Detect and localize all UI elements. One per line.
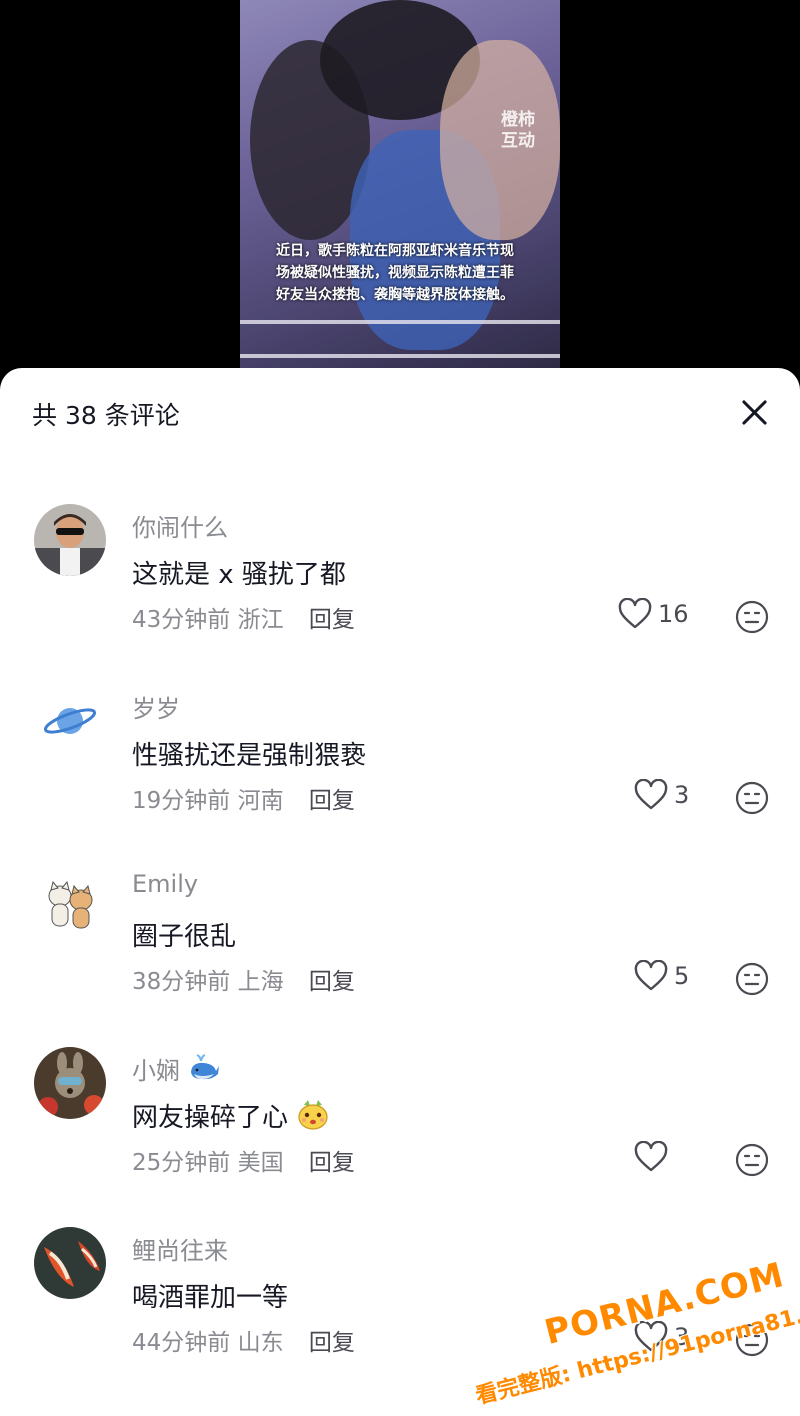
like-button[interactable]: 16 — [618, 596, 689, 632]
comment-meta: 44分钟前 山东 回复 — [132, 1323, 355, 1357]
video-source-watermark: 橙柿 互动 — [501, 110, 535, 151]
avatar[interactable] — [34, 504, 106, 576]
like-button[interactable]: 3 — [634, 777, 689, 813]
comment-item: 岁岁 性骚扰还是强制猥亵 19分钟前 河南 回复 3 — [0, 685, 800, 865]
close-icon[interactable] — [736, 394, 772, 430]
heart-icon — [634, 779, 668, 810]
comment-time: 44分钟前 — [132, 1330, 231, 1356]
like-button[interactable] — [634, 1139, 674, 1175]
avatar[interactable] — [34, 1227, 106, 1299]
reply-button[interactable]: 回复 — [309, 788, 355, 814]
heart-icon — [618, 598, 652, 629]
reply-button[interactable]: 回复 — [309, 607, 355, 633]
comment-time: 38分钟前 — [132, 969, 231, 995]
comment-text-content: 网友操碎了心 — [132, 1103, 289, 1133]
comment-location: 山东 — [237, 1330, 284, 1356]
comment-item: 鲤尚往来 喝酒罪加一等 44分钟前 山东 回复 3 — [0, 1227, 800, 1407]
comment-sheet: 共 38 条评论 你闹什么 这就是 x 骚扰了都 43分钟前 浙江 回复 16 — [0, 368, 800, 1416]
comment-text: 圈子很乱 — [132, 922, 237, 952]
username[interactable]: 小娴 — [132, 1051, 220, 1086]
comment-time: 43分钟前 — [132, 607, 231, 633]
comment-meta: 38分钟前 上海 回复 — [132, 962, 355, 996]
video-caption: 近日，歌手陈粒在阿那亚虾米音乐节现场被疑似性骚扰，视频显示陈粒遭王菲好友当众搂抱… — [276, 243, 514, 303]
cute-face-emoji-icon — [298, 1100, 328, 1130]
dislike-face-icon[interactable] — [735, 781, 769, 815]
dislike-face-icon[interactable] — [735, 1323, 769, 1357]
video-area[interactable]: 橙柿 互动 近日，歌手陈粒在阿那亚虾米音乐节现场被疑似性骚扰，视频显示陈粒遭王菲… — [0, 0, 800, 400]
comment-location: 河南 — [237, 788, 284, 814]
heart-icon — [634, 1321, 668, 1352]
like-count: 3 — [674, 781, 690, 809]
username[interactable]: 你闹什么 — [132, 508, 228, 543]
like-button[interactable]: 3 — [634, 1319, 689, 1355]
comment-text: 喝酒罪加一等 — [132, 1283, 289, 1313]
comment-item: 你闹什么 这就是 x 骚扰了都 43分钟前 浙江 回复 16 — [0, 504, 800, 684]
like-count: 16 — [658, 600, 689, 628]
comment-count-title: 共 38 条评论 — [32, 401, 180, 430]
comment-meta: 43分钟前 浙江 回复 — [132, 600, 355, 634]
heart-icon — [634, 1141, 668, 1172]
comment-text: 网友操碎了心 — [132, 1097, 330, 1134]
username[interactable]: Emily — [132, 870, 198, 898]
comment-location: 上海 — [237, 969, 284, 995]
comment-item: Emily 圈子很乱 38分钟前 上海 回复 5 — [0, 866, 800, 1046]
video-player[interactable]: 橙柿 互动 近日，歌手陈粒在阿那亚虾米音乐节现场被疑似性骚扰，视频显示陈粒遭王菲… — [240, 0, 560, 368]
username[interactable]: 岁岁 — [132, 689, 180, 724]
like-count: 3 — [674, 1323, 690, 1351]
avatar[interactable] — [34, 866, 106, 938]
comment-time: 19分钟前 — [132, 788, 231, 814]
comment-meta: 19分钟前 河南 回复 — [132, 781, 355, 815]
username[interactable]: 鲤尚往来 — [132, 1231, 228, 1266]
like-count: 5 — [674, 962, 690, 990]
dislike-face-icon[interactable] — [735, 600, 769, 634]
comment-text: 这就是 x 骚扰了都 — [132, 560, 346, 590]
reply-button[interactable]: 回复 — [309, 1330, 355, 1356]
comment-location: 浙江 — [237, 607, 284, 633]
whale-emoji-icon — [190, 1054, 219, 1080]
like-button[interactable]: 5 — [634, 958, 689, 994]
comment-item: 小娴 网友操碎了心 25分钟前 美国 回复 — [0, 1047, 800, 1227]
dislike-face-icon[interactable] — [735, 962, 769, 996]
avatar[interactable] — [34, 685, 106, 757]
username-text: 小娴 — [132, 1057, 180, 1085]
comment-text: 性骚扰还是强制猥亵 — [132, 741, 367, 771]
avatar[interactable] — [34, 1047, 106, 1119]
comment-location: 美国 — [237, 1150, 284, 1176]
dislike-face-icon[interactable] — [735, 1143, 769, 1177]
heart-icon — [634, 960, 668, 991]
comment-time: 25分钟前 — [132, 1150, 231, 1176]
comment-meta: 25分钟前 美国 回复 — [132, 1143, 355, 1177]
reply-button[interactable]: 回复 — [309, 1150, 355, 1176]
reply-button[interactable]: 回复 — [309, 969, 355, 995]
